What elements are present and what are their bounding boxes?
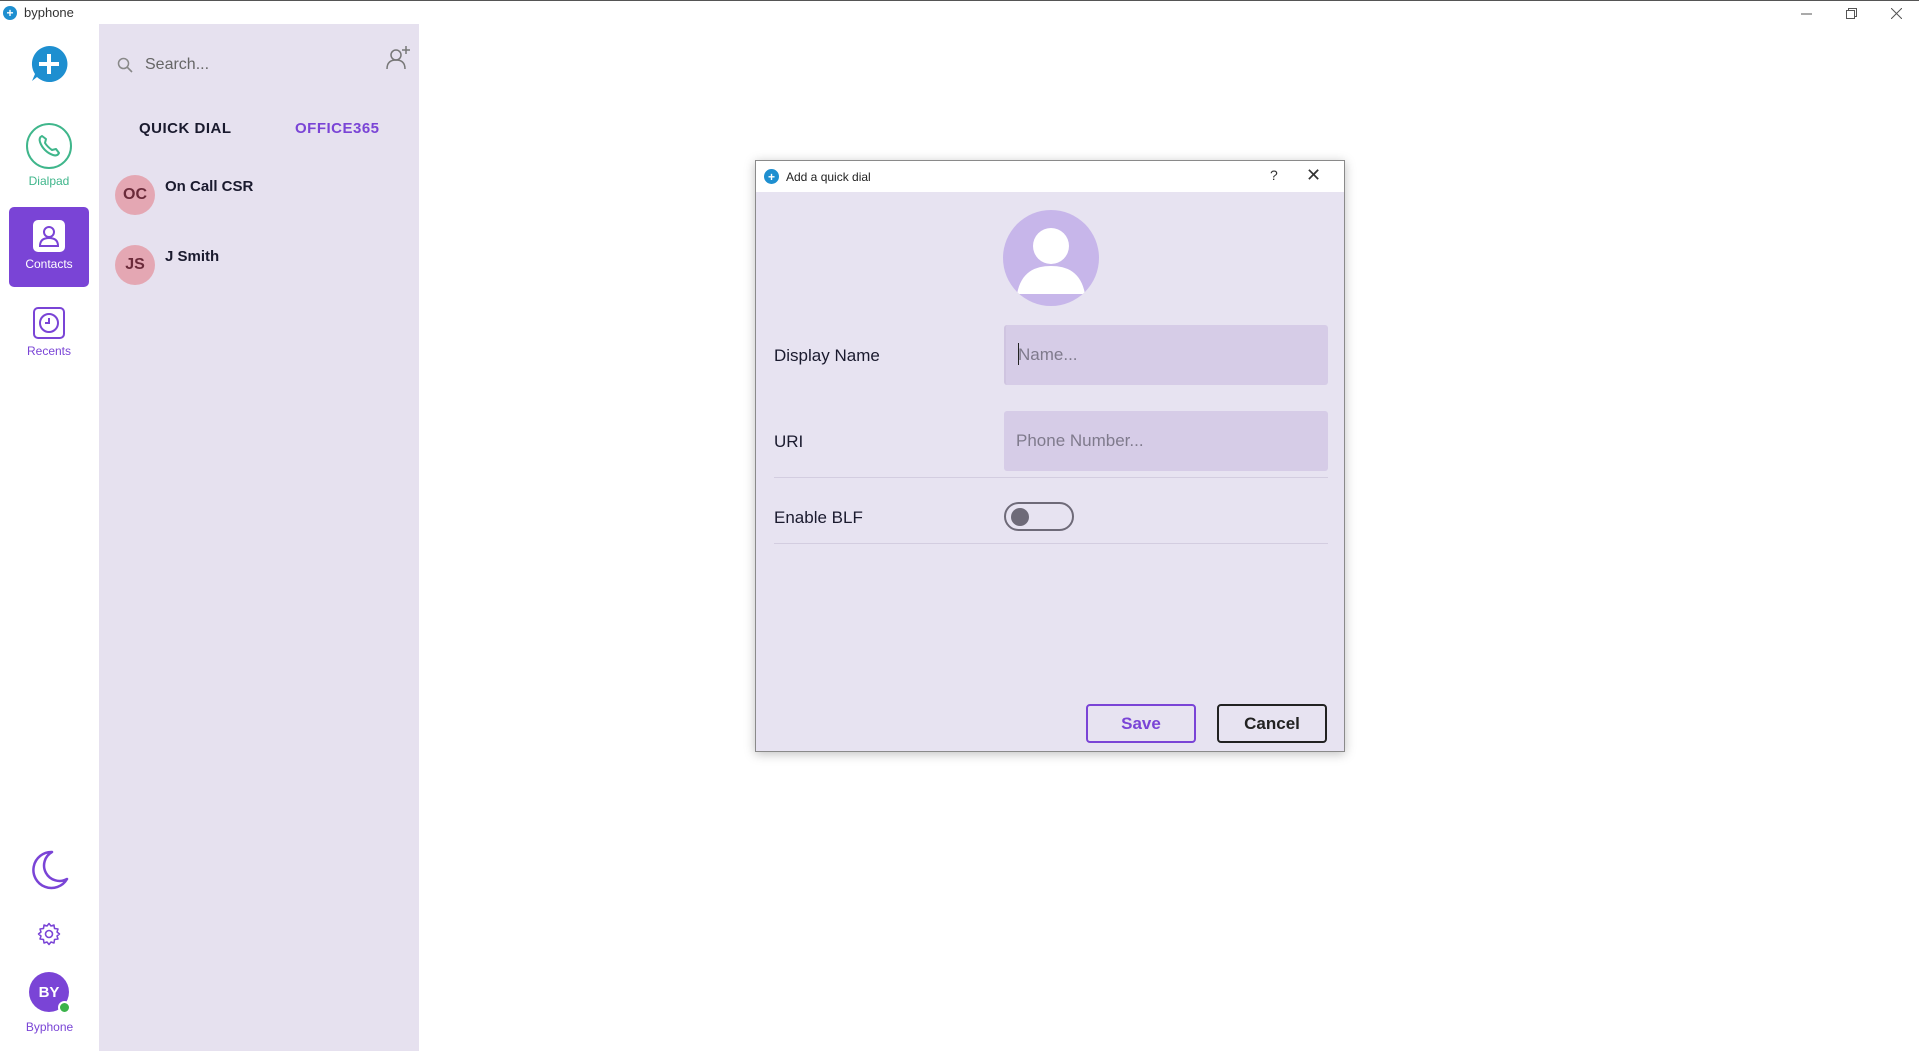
window-title: byphone	[24, 5, 74, 20]
close-icon[interactable]	[1874, 1, 1919, 25]
list-item[interactable]: OC On Call CSR	[115, 175, 405, 219]
uri-label: URI	[774, 432, 804, 451]
moon-icon[interactable]	[28, 849, 70, 891]
dialog-titlebar: + Add a quick dial ? ✕	[756, 161, 1344, 192]
display-name-field[interactable]	[1004, 325, 1328, 385]
plus-icon: +	[3, 5, 17, 20]
phone-icon	[26, 123, 72, 169]
presence-status-dot	[58, 1001, 71, 1014]
plus-icon: +	[764, 169, 779, 184]
contact-name: On Call CSR	[165, 178, 254, 195]
divider	[774, 543, 1328, 544]
tab-office365[interactable]: OFFICE365	[295, 120, 380, 137]
rail-item-dialpad[interactable]: Dialpad	[9, 122, 89, 202]
user-label: Byphone	[25, 1020, 74, 1034]
search-icon	[117, 57, 133, 73]
rail-item-label: Contacts	[25, 257, 73, 271]
search-bar	[117, 50, 407, 80]
person-icon	[33, 220, 65, 252]
display-name-label: Display Name	[774, 346, 880, 365]
text-caret	[1018, 343, 1019, 365]
rail-item-label: Recents	[26, 344, 72, 358]
list-item[interactable]: JS J Smith	[115, 245, 405, 289]
search-input[interactable]	[143, 55, 363, 75]
contacts-panel: QUICK DIAL OFFICE365 OC On Call CSR JS J…	[99, 24, 419, 1051]
restore-icon[interactable]	[1829, 1, 1874, 25]
add-quick-dial-dialog: + Add a quick dial ? ✕ Display Name URI …	[755, 160, 1345, 752]
enable-blf-label: Enable BLF	[774, 508, 863, 527]
rail-item-label: Dialpad	[28, 174, 70, 188]
cancel-button[interactable]: Cancel	[1217, 704, 1327, 743]
window-controls	[1784, 1, 1919, 25]
toggle-knob	[1011, 508, 1029, 526]
navigation-rail: Dialpad Contacts Recents BY Byphone	[0, 24, 99, 1051]
enable-blf-toggle[interactable]	[1004, 502, 1074, 531]
gear-icon[interactable]	[37, 922, 61, 946]
uri-field[interactable]	[1004, 411, 1328, 471]
dialog-title: Add a quick dial	[786, 169, 871, 184]
avatar: OC	[115, 175, 155, 215]
plus-chat-icon[interactable]	[29, 44, 69, 84]
avatar: JS	[115, 245, 155, 285]
close-icon[interactable]: ✕	[1306, 165, 1321, 186]
avatar-placeholder-icon	[1003, 210, 1099, 306]
add-person-icon[interactable]	[385, 45, 411, 71]
clock-icon	[33, 307, 65, 339]
tab-quick-dial[interactable]: QUICK DIAL	[139, 120, 232, 137]
help-button[interactable]: ?	[1270, 167, 1278, 183]
rail-item-contacts[interactable]: Contacts	[9, 207, 89, 287]
contact-name: J Smith	[165, 248, 220, 265]
save-button[interactable]: Save	[1086, 704, 1196, 743]
rail-item-recents[interactable]: Recents	[9, 298, 89, 378]
minimize-icon[interactable]	[1784, 1, 1829, 25]
divider	[774, 477, 1328, 478]
window-titlebar: + byphone	[0, 0, 1919, 24]
